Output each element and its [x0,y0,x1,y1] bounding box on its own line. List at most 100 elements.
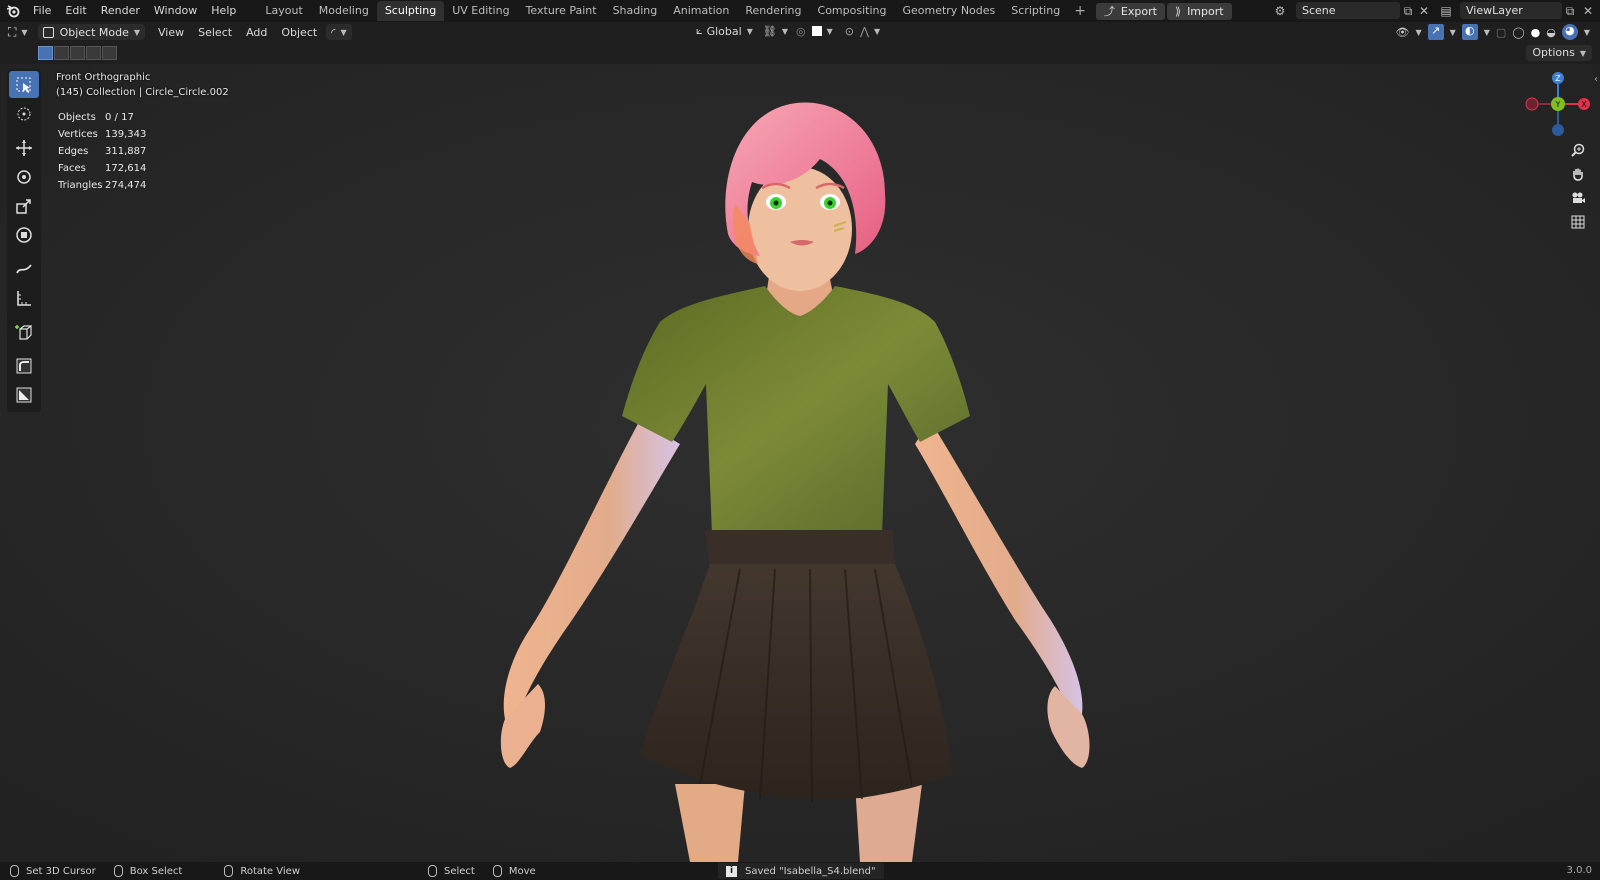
saved-report[interactable]: i Saved "Isabella_S4.blend" [718,863,884,879]
svg-text:X: X [1581,100,1587,109]
proportional-edit-icon[interactable]: ⊙ [845,25,854,38]
gizmo-toggle-icon[interactable]: ↗ [1427,24,1444,40]
camera-view-icon[interactable] [1568,188,1588,208]
shrink-tool[interactable] [9,381,39,408]
svg-text:Y: Y [1555,100,1561,109]
visibility-icon[interactable]: 👁 [1395,26,1409,39]
tab-uv-editing[interactable]: UV Editing [444,1,517,21]
tab-layout[interactable]: Layout [257,1,310,21]
select-invert-icon[interactable] [86,46,101,60]
scale-tool[interactable] [9,192,39,219]
select-subtract-icon[interactable] [70,46,85,60]
measure-icon [17,290,31,306]
scene-name-field[interactable]: Scene [1296,2,1400,19]
menu-select[interactable]: Select [191,26,239,39]
material-shading-icon[interactable]: ◒ [1546,26,1556,39]
tab-shading[interactable]: Shading [605,1,666,21]
mouse-drag-icon [113,865,123,877]
object-mode-icon [42,26,54,38]
menu-view[interactable]: View [151,26,191,39]
editor-type-button[interactable]: ⛶ ▼ [8,25,28,40]
blender-logo-icon[interactable] [0,0,26,22]
transform-orientation-label[interactable]: Global [707,25,742,38]
tab-rendering[interactable]: Rendering [737,1,809,21]
mouse-right-drag-icon [492,865,502,877]
viewport-info: Front Orthographic (145) Collection | Ci… [56,70,229,100]
gpencil-icon: ◜ [331,25,336,39]
shrink-icon [16,387,32,402]
hint-set-cursor: Set 3D Cursor [10,865,96,877]
pan-hand-icon[interactable] [1568,164,1588,184]
menu-window[interactable]: Window [147,0,204,22]
select-box-icon [16,77,31,93]
stat-row: Triangles 274,474 [58,180,147,191]
tab-compositing[interactable]: Compositing [810,1,895,21]
rotate-icon [17,169,31,184]
rendered-shading-icon[interactable]: ◕ [1561,24,1578,40]
annotate-tool[interactable] [9,255,39,282]
menu-object[interactable]: Object [274,26,324,39]
new-scene-icon[interactable]: ⧉ [1400,3,1416,19]
zoom-icon[interactable] [1568,140,1588,160]
3d-viewport[interactable]: Front Orthographic (145) Collection | Ci… [0,64,1600,862]
wireframe-shading-icon[interactable]: ◯ [1512,26,1524,39]
measure-tool[interactable] [9,284,39,311]
character-model [0,64,1600,862]
import-button[interactable]: ⟫ Import [1166,2,1232,20]
collection-line: (145) Collection | Circle_Circle.002 [56,87,229,98]
pivot-point-icon[interactable]: ⛓ [763,25,777,38]
transform-tool[interactable] [9,221,39,248]
tab-animation[interactable]: Animation [665,1,737,21]
stat-row: Edges 311,887 [58,146,147,157]
select-box-tool[interactable] [9,71,39,98]
menu-file[interactable]: File [26,0,58,22]
delete-view-layer-icon[interactable]: ✕ [1580,3,1596,19]
mode-dropdown[interactable]: Object Mode ▼ [37,24,146,40]
transform-orientation-icon: ⟀ [696,24,703,37]
export-button[interactable]: ⤴ Export [1095,2,1165,20]
scale-icon [16,198,31,214]
view-layer-field[interactable]: ViewLayer [1460,2,1562,19]
tab-modeling[interactable]: Modeling [311,1,377,21]
bevel-tool[interactable] [9,352,39,379]
perspective-grid-icon[interactable] [1568,212,1588,232]
tab-scripting[interactable]: Scripting [1003,1,1068,21]
delete-scene-icon[interactable]: ✕ [1416,3,1432,19]
menu-edit[interactable]: Edit [58,0,93,22]
solid-shading-icon[interactable]: ● [1531,26,1541,39]
options-dropdown[interactable]: Options ▼ [1526,45,1592,61]
falloff-icon[interactable]: ⋀ [860,25,869,38]
viewport-header: ⛶ ▼ Object Mode ▼ View Select Add Object … [0,22,1600,42]
add-cube-tool[interactable] [9,318,39,345]
sidebar-toggle-icon[interactable]: ‹ [1594,74,1598,85]
menu-help[interactable]: Help [204,0,243,22]
workspace-tabs: Layout Modeling Sculpting UV Editing Tex… [257,0,1092,22]
select-new-icon[interactable] [38,46,53,60]
move-tool[interactable] [9,134,39,161]
tab-sculpting[interactable]: Sculpting [376,1,445,21]
xray-icon[interactable]: ▢ [1496,26,1506,39]
menu-render[interactable]: Render [94,0,147,22]
gpencil-dropdown[interactable]: ◜ ▼ [326,24,352,40]
add-workspace-button[interactable]: + [1068,3,1092,19]
saved-message: Saved "Isabella_S4.blend" [745,865,876,877]
annotate-icon [16,263,32,273]
cursor-tool[interactable] [9,100,39,127]
mouse-right-icon [428,865,437,877]
overlay-toggle-icon[interactable]: ◐ [1461,24,1478,40]
hint-box-select: Box Select [113,865,182,877]
navigation-gizmo[interactable]: Z X Y [1522,70,1592,136]
view-layer-selector-icon[interactable]: ▤ [1438,3,1454,19]
scene-selector-icon[interactable]: ⚙ [1272,3,1288,19]
tab-geometry-nodes[interactable]: Geometry Nodes [894,1,1003,21]
export-icon: ⤴ [1103,5,1115,18]
stat-row: Faces 172,614 [58,163,147,174]
rotate-tool[interactable] [9,163,39,190]
snap-icon[interactable]: ◎ [796,25,806,38]
tab-texture-paint[interactable]: Texture Paint [518,1,605,21]
select-intersect-icon[interactable] [102,46,117,60]
menu-add[interactable]: Add [239,26,274,39]
snap-target-icon[interactable] [811,26,822,36]
select-extend-icon[interactable] [54,46,69,60]
new-view-layer-icon[interactable]: ⧉ [1562,3,1578,19]
